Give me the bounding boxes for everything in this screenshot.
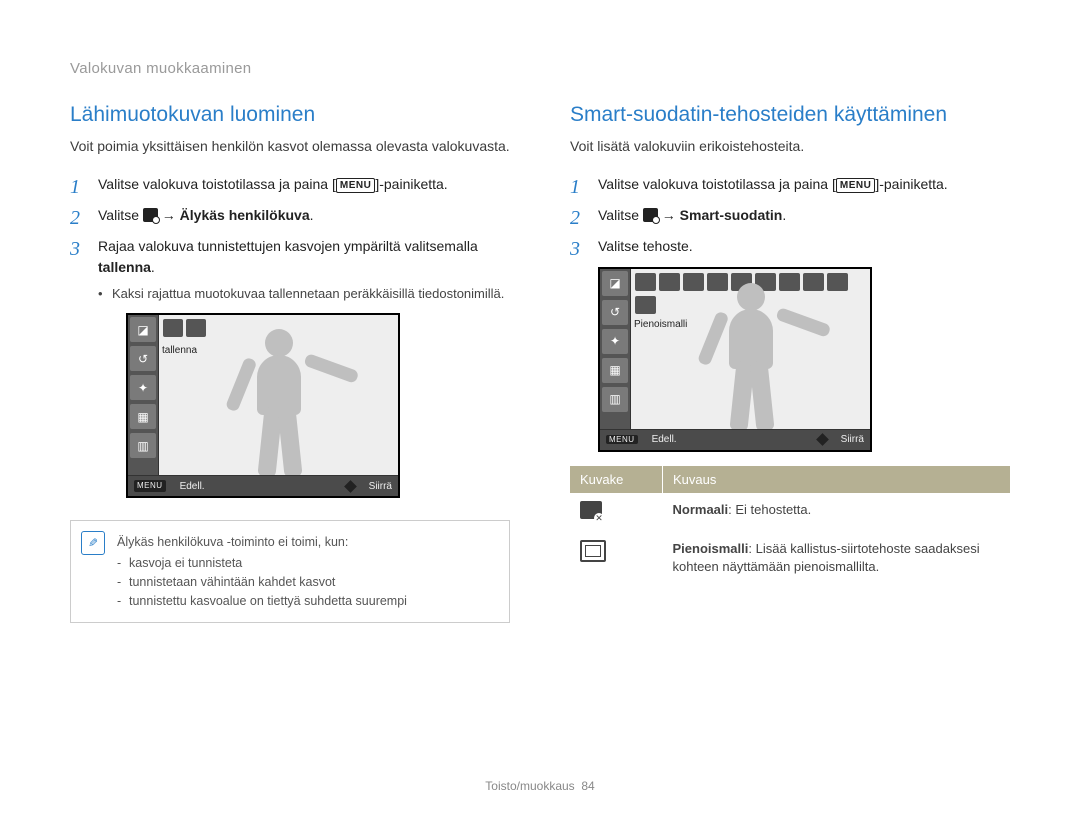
- left-step-1: Valitse valokuva toistotilassa ja paina …: [70, 174, 510, 195]
- dpad-icon: [344, 480, 357, 493]
- menu-icon: MENU: [336, 178, 375, 193]
- left-step-3: Rajaa valokuva tunnistettujen kasvojen y…: [70, 236, 510, 499]
- lcd-screenshot-left: ◪ ↺ ✦ ▦ ▥ tallenna: [126, 313, 400, 498]
- left-step-2: Valitse → Älykäs henkilökuva.: [70, 205, 510, 226]
- note-title: Älykäs henkilökuva -toiminto ei toimi, k…: [117, 533, 497, 552]
- right-step-2: Valitse → Smart-suodatin.: [570, 205, 1010, 226]
- sidebar-icon: ▥: [130, 433, 156, 458]
- text: Valitse: [98, 207, 143, 223]
- sidebar-icon: ▥: [602, 387, 628, 412]
- text-bold: Pienoismalli: [673, 541, 749, 556]
- th-icon: Kuvake: [570, 466, 663, 493]
- th-desc: Kuvaus: [663, 466, 1011, 493]
- right-column: Smart-suodatin-tehosteiden käyttäminen V…: [570, 103, 1010, 623]
- text: ]-painiketta.: [375, 176, 447, 192]
- footer-page: 84: [581, 779, 594, 793]
- left-steps: Valitse valokuva toistotilassa ja paina …: [70, 174, 510, 499]
- dpad-icon: [816, 434, 829, 447]
- cell-desc: Pienoismalli: Lisää kallistus-siirtoteho…: [663, 532, 1011, 584]
- right-steps: Valitse valokuva toistotilassa ja paina …: [570, 174, 1010, 257]
- lcd-sidebar: ◪ ↺ ✦ ▦ ▥: [600, 269, 631, 429]
- toolbar-icon: [163, 319, 183, 337]
- arrow-icon: →: [658, 207, 680, 223]
- menu-icon-small: MENU: [606, 435, 638, 444]
- effect-table: Kuvake Kuvaus Normaali: Ei tehostetta. P…: [570, 466, 1010, 585]
- page-footer: Toisto/muokkaus 84: [0, 779, 1080, 793]
- note-box: Älykäs henkilökuva -toiminto ei toimi, k…: [70, 520, 510, 623]
- text: ]-painiketta.: [875, 176, 947, 192]
- lcd-screenshot-right: ◪ ↺ ✦ ▦ ▥: [598, 267, 872, 452]
- lcd-footer: MENU Edell. Siirrä: [600, 429, 870, 450]
- text-bold: tallenna: [98, 259, 151, 275]
- sidebar-icon: ▦: [602, 358, 628, 383]
- silhouette: [219, 325, 339, 475]
- foot-move: Siirrä: [841, 434, 864, 445]
- thumb-icon: [659, 273, 680, 291]
- text: Valitse valokuva toistotilassa ja paina …: [98, 176, 336, 192]
- foot-move: Siirrä: [369, 479, 392, 494]
- cell-icon: [570, 493, 663, 532]
- thumb-icon: [635, 273, 656, 291]
- text-bold: Normaali: [673, 502, 729, 517]
- normal-icon: [580, 501, 602, 519]
- lcd-thumbs-row2: [635, 296, 656, 314]
- thumb-icon: [827, 273, 848, 291]
- right-step-1: Valitse valokuva toistotilassa ja paina …: [570, 174, 1010, 195]
- arrow-icon: →: [158, 207, 180, 223]
- right-intro: Voit lisätä valokuviin erikoistehosteita…: [570, 137, 1010, 156]
- sidebar-icon: ↺: [602, 300, 628, 325]
- sidebar-icon: ✦: [602, 329, 628, 354]
- sidebar-icon: ◪: [130, 317, 156, 342]
- miniature-icon: [580, 540, 606, 562]
- lcd-toolbar: [163, 319, 206, 337]
- lcd-label: Pienoismalli: [634, 319, 687, 330]
- thumb-icon: [635, 296, 656, 314]
- menu-icon: MENU: [836, 178, 875, 193]
- silhouette: [691, 279, 811, 429]
- foot-prev: Edell.: [652, 434, 677, 445]
- sidebar-icon: ◪: [602, 271, 628, 296]
- left-column: Lähimuotokuvan luominen Voit poimia yksi…: [70, 103, 510, 623]
- edit-icon: [143, 208, 158, 222]
- note-item: tunnistetaan vähintään kahdet kasvot: [117, 573, 497, 592]
- lcd-label: tallenna: [162, 343, 197, 358]
- cell-desc: Normaali: Ei tehostetta.: [663, 493, 1011, 532]
- sidebar-icon: ✦: [130, 375, 156, 400]
- text: Rajaa valokuva tunnistettujen kasvojen y…: [98, 238, 478, 254]
- edit-icon: [643, 208, 658, 222]
- text: : Ei tehostetta.: [728, 502, 811, 517]
- footer-section: Toisto/muokkaus: [485, 779, 574, 793]
- note-item: kasvoja ei tunnisteta: [117, 554, 497, 573]
- left-intro: Voit poimia yksittäisen henkilön kasvot …: [70, 137, 510, 156]
- sidebar-icon: ↺: [130, 346, 156, 371]
- foot-prev: Edell.: [180, 479, 205, 494]
- text: Valitse: [598, 207, 643, 223]
- note-icon: [81, 531, 105, 555]
- sidebar-icon: ▦: [130, 404, 156, 429]
- lcd-footer: MENU Edell. Siirrä: [128, 475, 398, 496]
- left-sub-1: Kaksi rajattua muotokuvaa tallennetaan p…: [98, 284, 510, 304]
- text-bold: Älykäs henkilökuva: [180, 207, 310, 223]
- right-step-3: Valitse tehoste.: [570, 236, 1010, 257]
- note-item: tunnistettu kasvoalue on tiettyä suhdett…: [117, 592, 497, 611]
- text: Valitse valokuva toistotilassa ja paina …: [598, 176, 836, 192]
- lcd-sidebar: ◪ ↺ ✦ ▦ ▥: [128, 315, 159, 475]
- menu-icon-small: MENU: [134, 480, 166, 492]
- cell-icon: [570, 532, 663, 584]
- text-bold: Smart-suodatin: [680, 207, 783, 223]
- toolbar-icon: [186, 319, 206, 337]
- breadcrumb: Valokuvan muokkaaminen: [70, 60, 1010, 77]
- right-heading: Smart-suodatin-tehosteiden käyttäminen: [570, 103, 1010, 127]
- left-heading: Lähimuotokuvan luominen: [70, 103, 510, 127]
